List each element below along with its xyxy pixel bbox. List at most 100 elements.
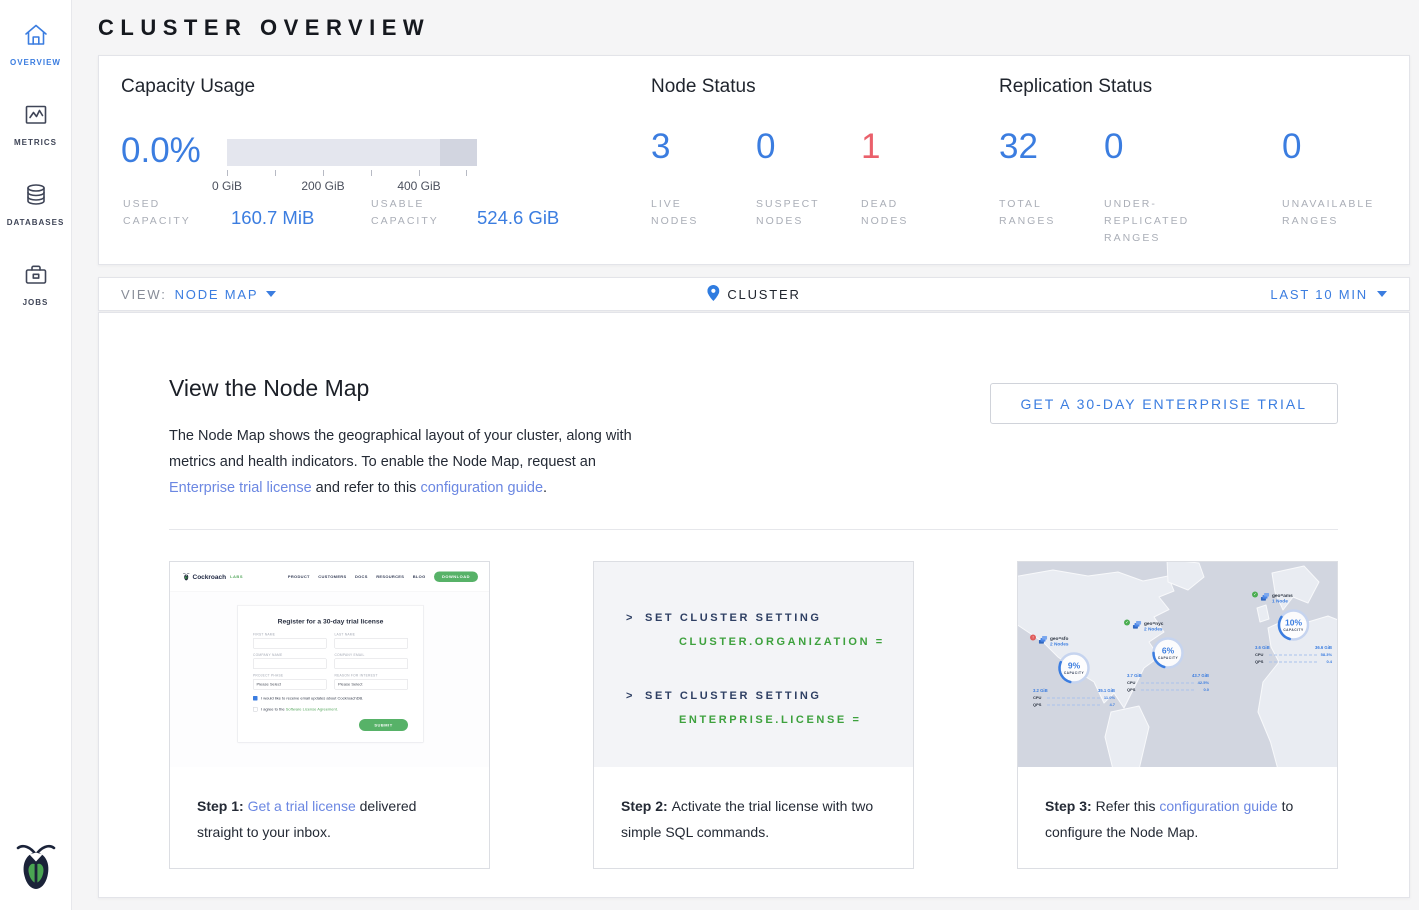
unavailable-ranges-label: UNAVAILABLE RANGES [1282,196,1374,230]
enterprise-trial-button[interactable]: GET A 30-DAY ENTERPRISE TRIAL [990,383,1339,424]
get-trial-license-link[interactable]: Get a trial license [248,798,356,814]
mini-field-input [253,638,327,649]
node-map-promo: View the Node Map The Node Map shows the… [169,375,647,501]
page-title: CLUSTER OVERVIEW [98,0,1410,55]
live-nodes-value: 3 [651,130,670,164]
suspect-nodes-value: 0 [756,130,775,164]
region-total-capacity: 43.7 GiB [1192,673,1209,678]
mini-trial-form: Register for a 30-day trial license FIRS… [238,605,424,743]
sql-commands-thumbnail: >SET CLUSTER SETTING CLUSTER.ORGANIZATIO… [594,562,913,767]
sidebar-item-overview[interactable]: OVERVIEW [0,14,71,94]
step-2-label: Step 2: [621,798,672,814]
home-icon [23,22,49,53]
sidebar-item-metrics[interactable]: METRICS [0,94,71,174]
view-selector-dropdown[interactable]: NODE MAP [175,287,277,302]
promo-title: View the Node Map [169,375,647,402]
node-map-thumbnail: ! geo=sfo 2 Nodes [1018,562,1337,767]
node-stack-icon [1133,621,1142,630]
cpu-label: CPU [1255,653,1266,658]
suspect-nodes-label: SUSPECT NODES [756,196,820,230]
usable-capacity-label: USABLE CAPACITY [371,196,439,230]
step-3-text: Refer this [1096,798,1160,814]
axis-tick-label: 0 GiB [212,179,242,193]
mini-checkbox-unchecked [253,707,258,712]
cpu-sparkline [1141,682,1194,683]
map-region-ams: ✓ geo=ams 1 Node [1252,593,1335,664]
mini-field-input [253,659,327,670]
dead-nodes-value: 1 [861,130,880,164]
node-status-title: Node Status [651,76,756,98]
step-3-label: Step 3: [1045,798,1096,814]
axis-tick-label: 200 GiB [301,179,344,193]
mini-field-label: COMPANY EMAIL [335,654,409,658]
database-icon [23,182,49,213]
region-capacity-label: CAPACITY [1283,629,1303,633]
mini-nav-item: RESOURCES [376,574,404,579]
map-region-sfo: ! geo=sfo 2 Nodes [1030,636,1118,707]
capacity-bar-ticks [227,170,477,179]
qps-label: QPS [1127,688,1138,693]
capacity-bar-chart: 0 GiB 200 GiB 400 GiB [227,139,477,195]
mini-logo-suffix: LABS [230,574,243,579]
registration-screenshot-thumbnail: Cockroach LABS PRODUCT CUSTOMERS DOCS RE… [170,562,489,767]
sidebar-item-databases[interactable]: DATABASES [0,174,71,254]
mini-nav-item: BLOG [413,574,426,579]
section-divider [169,529,1338,530]
mini-field-select: Please Select [253,679,327,690]
axis-tick-label: 400 GiB [397,179,440,193]
main-content: CLUSTER OVERVIEW Capacity Usage 0.0% 0 G… [73,0,1419,898]
sidebar-item-label: JOBS [23,298,49,307]
live-nodes-label: LIVE NODES [651,196,698,230]
map-region-nyc: ✓ geo=nyc 2 Nodes [1124,621,1212,692]
cpu-sparkline [1047,697,1100,698]
cpu-value: 58.3% [1320,653,1332,658]
mini-field-label: PROJECT PHASE [253,674,327,678]
step-1-label: Step 1: [197,798,248,814]
alert-status-icon: ! [1030,635,1036,641]
configuration-guide-link[interactable]: configuration guide [1159,798,1277,814]
qps-label: QPS [1033,703,1044,708]
mini-field-input [335,638,409,649]
view-bar: VIEW: NODE MAP CLUSTER LAST 10 MIN [98,277,1410,311]
cpu-value: 11.0% [1103,696,1115,701]
mini-checkbox-label: I would like to receive email updates ab… [261,696,363,701]
chevron-down-icon [1377,291,1387,297]
sidebar: OVERVIEW METRICS DATABASES [0,0,72,910]
region-total-capacity: 35.1 GiB [1098,688,1115,693]
region-capacity-percent: 9% [1068,661,1080,671]
cpu-label: CPU [1127,681,1138,686]
mini-download-button: DOWNLOAD [434,571,478,582]
region-capacity-percent: 6% [1162,646,1174,656]
region-capacity-label: CAPACITY [1158,657,1178,661]
usable-capacity-value: 524.6 GiB [477,207,559,229]
region-used-capacity: 3.6 GiB [1255,645,1270,650]
steps-row: Cockroach LABS PRODUCT CUSTOMERS DOCS RE… [169,561,1338,869]
region-node-count: 2 Nodes [1050,642,1068,648]
metrics-icon [23,102,49,133]
step-1-caption: Step 1: Get a trial license delivered st… [170,767,489,845]
healthy-status-icon: ✓ [1252,592,1258,598]
location-pin-icon [707,285,719,304]
sidebar-item-label: DATABASES [7,218,65,227]
capacity-gauge: 6% CAPACITY [1150,635,1186,671]
sidebar-item-jobs[interactable]: JOBS [0,254,71,334]
configuration-guide-link[interactable]: configuration guide [420,480,543,496]
enterprise-trial-license-link[interactable]: Enterprise trial license [169,480,312,496]
promo-description: The Node Map shows the geographical layo… [169,423,647,501]
step-3-card: ! geo=sfo 2 Nodes [1017,561,1338,869]
sidebar-item-label: METRICS [14,138,57,147]
under-replicated-ranges-value: 0 [1104,130,1123,164]
time-range-dropdown[interactable]: LAST 10 MIN [1270,287,1387,302]
capacity-gauge: 10% CAPACITY [1276,607,1312,643]
region-capacity-percent: 10% [1285,618,1302,628]
mini-cockroach-logo: Cockroach LABS [183,572,243,581]
mini-field-label: REASON FOR INTEREST [335,674,409,678]
chevron-down-icon [266,291,276,297]
replication-status-title: Replication Status [999,76,1152,98]
mini-field-label: COMPANY NAME [253,654,327,658]
sql-argument-line: CLUSTER.ORGANIZATION = [626,630,913,654]
mini-submit-button: SUBMIT [359,719,408,731]
region-used-capacity: 3.7 GiB [1127,673,1142,678]
capacity-bar-axis-labels: 0 GiB 200 GiB 400 GiB [227,179,477,195]
node-stack-icon [1039,636,1048,645]
